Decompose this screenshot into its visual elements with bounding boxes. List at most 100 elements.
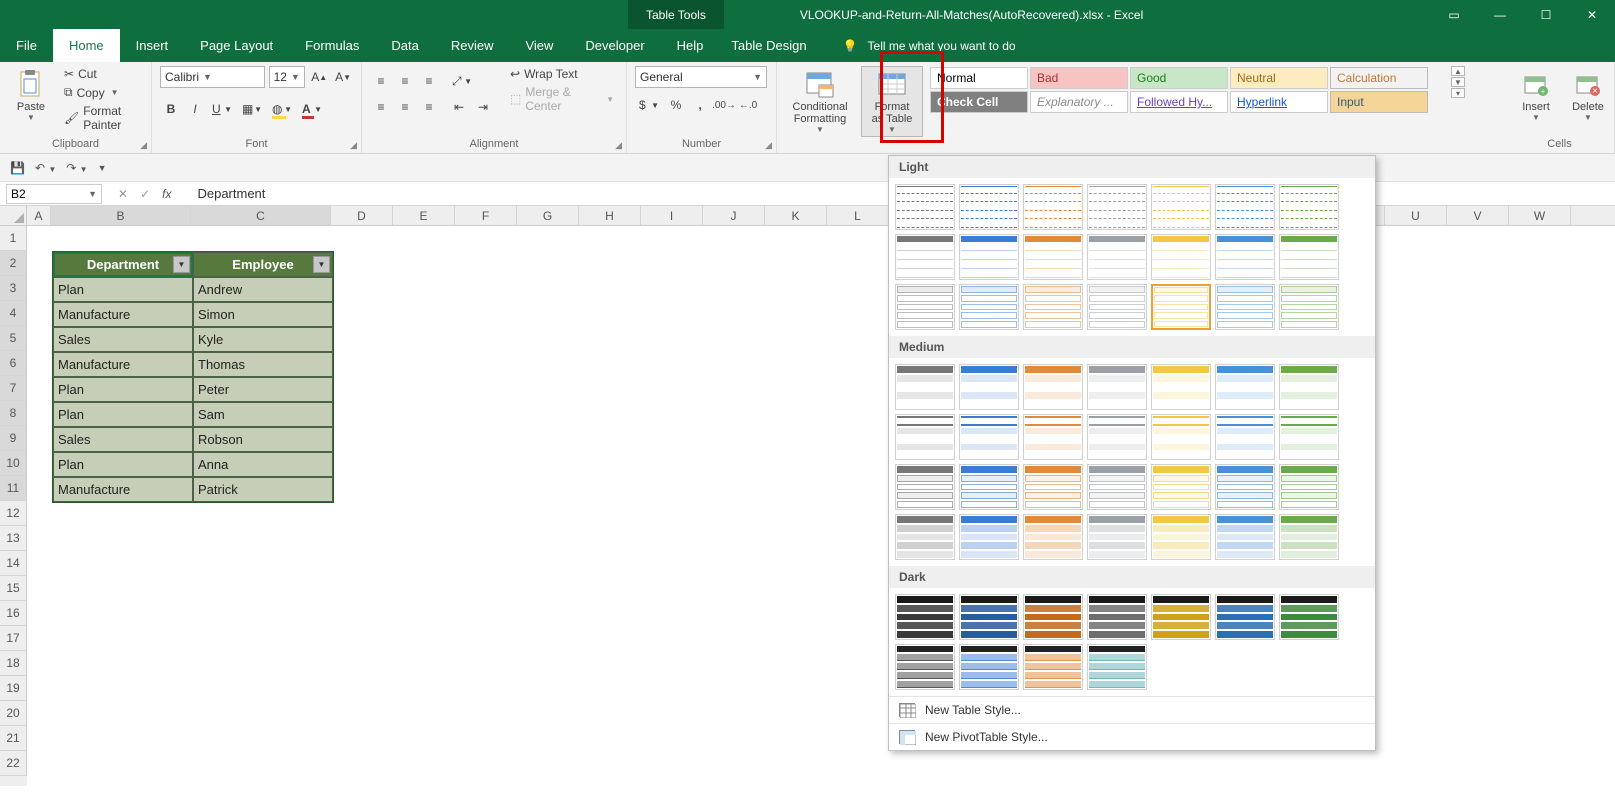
row-header-22[interactable]: 22	[0, 751, 27, 776]
orientation-button[interactable]: ⤢▼	[448, 70, 476, 92]
customize-qat-button[interactable]: ▼	[98, 163, 107, 173]
row-header-3[interactable]: 3	[0, 276, 27, 301]
table-style-swatch[interactable]	[1151, 364, 1211, 410]
cell-style-normal[interactable]: Normal	[930, 67, 1028, 89]
column-header-H[interactable]: H	[579, 206, 641, 225]
underline-button[interactable]: U▼	[208, 98, 236, 120]
row-header-8[interactable]: 8	[0, 401, 27, 426]
table-cell[interactable]: Sales	[53, 327, 193, 352]
table-style-swatch[interactable]	[1151, 464, 1211, 510]
tab-help[interactable]: Help	[661, 29, 720, 62]
decrease-decimal-button[interactable]: ←.0	[737, 94, 759, 116]
table-style-swatch[interactable]	[1215, 514, 1275, 560]
row-header-9[interactable]: 9	[0, 426, 27, 451]
table-style-swatch[interactable]	[1087, 284, 1147, 330]
cell-styles-more-button[interactable]: ▲▼▾	[1451, 66, 1465, 114]
row-header-19[interactable]: 19	[0, 676, 27, 701]
column-header-J[interactable]: J	[703, 206, 765, 225]
table-style-swatch[interactable]	[895, 644, 955, 690]
table-header-employee[interactable]: Employee▼	[193, 252, 333, 277]
align-bottom-button[interactable]: ≡	[418, 70, 440, 92]
cancel-formula-button[interactable]: ✕	[118, 187, 128, 201]
cut-button[interactable]: ✂Cut	[60, 66, 143, 82]
tab-home[interactable]: Home	[53, 29, 120, 62]
save-qat-button[interactable]: 💾	[10, 161, 25, 175]
paste-button[interactable]: Paste ▼	[8, 66, 54, 125]
table-cell[interactable]: Manufacture	[53, 302, 193, 327]
ribbon-collapse-button[interactable]: ▭	[1431, 0, 1477, 29]
column-header-F[interactable]: F	[455, 206, 517, 225]
table-style-swatch[interactable]	[1279, 594, 1339, 640]
table-style-swatch[interactable]	[1215, 464, 1275, 510]
copy-button[interactable]: ⧉Copy▼	[60, 84, 143, 101]
table-style-swatch[interactable]	[959, 464, 1019, 510]
row-header-16[interactable]: 16	[0, 601, 27, 626]
filter-button-department[interactable]: ▼	[173, 256, 190, 273]
table-cell[interactable]: Plan	[53, 377, 193, 402]
filter-button-employee[interactable]: ▼	[313, 256, 330, 273]
column-header-L[interactable]: L	[827, 206, 889, 225]
table-cell[interactable]: Thomas	[193, 352, 333, 377]
table-style-swatch[interactable]	[959, 364, 1019, 410]
align-left-button[interactable]: ≡	[370, 96, 392, 118]
table-style-swatch[interactable]	[1215, 284, 1275, 330]
tab-review[interactable]: Review	[435, 29, 510, 62]
table-style-swatch[interactable]	[1087, 364, 1147, 410]
format-painter-button[interactable]: 🖌Format Painter	[60, 103, 143, 133]
row-header-11[interactable]: 11	[0, 476, 27, 501]
italic-button[interactable]: I	[184, 98, 206, 120]
column-header-G[interactable]: G	[517, 206, 579, 225]
bold-button[interactable]: B	[160, 98, 182, 120]
table-style-swatch[interactable]	[1023, 644, 1083, 690]
increase-indent-button[interactable]: ⇥	[472, 96, 494, 118]
undo-qat-button[interactable]: ↶ ▼	[35, 161, 56, 175]
table-style-swatch[interactable]	[1279, 284, 1339, 330]
tab-file[interactable]: File	[0, 29, 53, 62]
table-style-swatch[interactable]	[959, 594, 1019, 640]
row-header-5[interactable]: 5	[0, 326, 27, 351]
number-format-combo[interactable]: General▼	[635, 66, 767, 88]
table-style-swatch[interactable]	[1215, 364, 1275, 410]
row-header-12[interactable]: 12	[0, 501, 27, 526]
tab-formulas[interactable]: Formulas	[289, 29, 375, 62]
table-style-swatch[interactable]	[1087, 594, 1147, 640]
cell-style-hyperlink[interactable]: Hyperlink	[1230, 91, 1328, 113]
percent-button[interactable]: %	[665, 94, 687, 116]
column-header-V[interactable]: V	[1447, 206, 1509, 225]
table-style-swatch[interactable]	[1087, 184, 1147, 230]
tab-page-layout[interactable]: Page Layout	[184, 29, 289, 62]
table-cell[interactable]: Peter	[193, 377, 333, 402]
table-style-swatch[interactable]	[895, 284, 955, 330]
table-style-swatch[interactable]	[1151, 234, 1211, 280]
new-table-style-button[interactable]: New Table Style...	[889, 696, 1375, 723]
select-all-button[interactable]	[0, 206, 27, 225]
table-style-swatch[interactable]	[1279, 514, 1339, 560]
column-header-C[interactable]: C	[191, 206, 331, 225]
align-center-button[interactable]: ≡	[394, 96, 416, 118]
table-style-swatch[interactable]	[1087, 464, 1147, 510]
row-header-13[interactable]: 13	[0, 526, 27, 551]
table-style-swatch[interactable]	[1023, 594, 1083, 640]
close-button[interactable]: ✕	[1569, 0, 1615, 29]
table-style-swatch[interactable]	[959, 234, 1019, 280]
table-style-swatch[interactable]	[895, 364, 955, 410]
table-style-swatch[interactable]	[1151, 414, 1211, 460]
conditional-formatting-button[interactable]: Conditional Formatting▼	[785, 66, 855, 137]
table-cell[interactable]: Sales	[53, 427, 193, 452]
cell-style-good[interactable]: Good	[1130, 67, 1228, 89]
table-style-swatch[interactable]	[959, 284, 1019, 330]
accounting-format-button[interactable]: $▼	[635, 94, 663, 116]
tell-me-search[interactable]: 💡 Tell me what you want to do	[843, 29, 1016, 62]
table-style-swatch[interactable]	[1151, 514, 1211, 560]
font-color-button[interactable]: A▼	[298, 98, 326, 120]
row-header-6[interactable]: 6	[0, 351, 27, 376]
font-dialog-launcher[interactable]: ◢	[350, 140, 357, 151]
table-style-swatch[interactable]	[1087, 514, 1147, 560]
tab-table-design[interactable]: Table Design	[715, 29, 822, 62]
table-style-swatch[interactable]	[1087, 644, 1147, 690]
table-cell[interactable]: Kyle	[193, 327, 333, 352]
table-cell[interactable]: Manufacture	[53, 352, 193, 377]
table-cell[interactable]: Simon	[193, 302, 333, 327]
font-size-combo[interactable]: 12▼	[269, 66, 306, 88]
table-style-swatch[interactable]	[1279, 464, 1339, 510]
